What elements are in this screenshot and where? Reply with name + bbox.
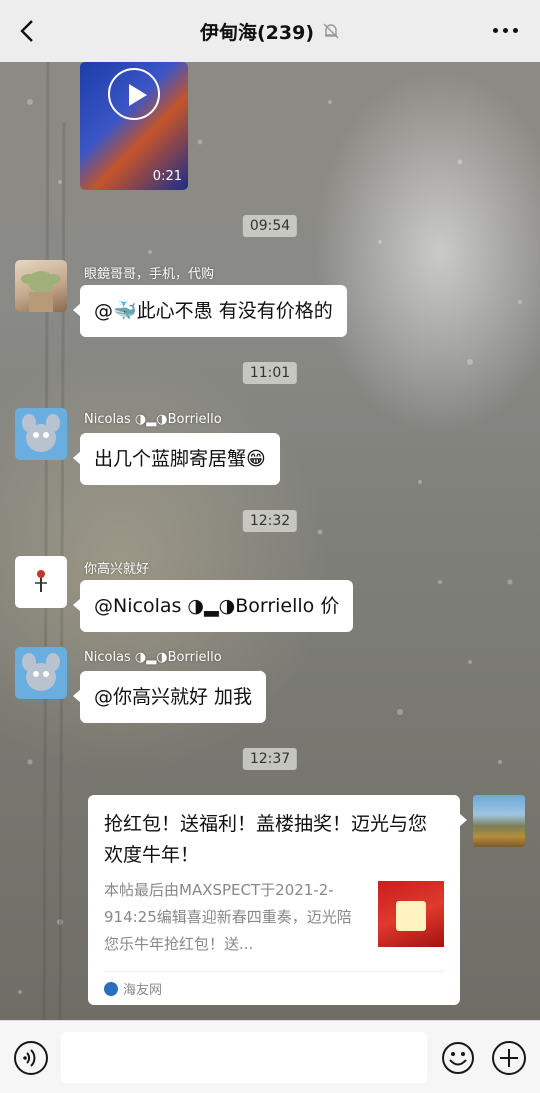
source-logo-icon — [104, 981, 118, 996]
link-card[interactable]: 抢红包！送福利！盖楼抽奖！迈光与您欢度牛年！ 本帖最后由MAXSPECT于202… — [88, 795, 467, 1005]
timestamp: 09:54 — [242, 215, 298, 237]
avatar-figure — [22, 414, 60, 452]
chat-area[interactable]: 0:21 09:54 眼鏡哥哥，手机，代购 @🐳此心不愚 有没有价格的 11:0… — [0, 62, 540, 1020]
sender-name: Nicolas ◑▂◑Borriello — [84, 412, 222, 427]
play-icon[interactable] — [108, 68, 160, 120]
sender-name: 你高兴就好 — [84, 562, 150, 577]
video-duration: 0:21 — [152, 169, 182, 184]
chevron-left-icon[interactable] — [14, 17, 42, 45]
message-input[interactable] — [61, 1032, 427, 1083]
link-card-description: 本帖最后由MAXSPECT于2021-2-914:25编辑喜迎新春四重奏，迈光陪… — [104, 881, 352, 953]
avatar-figure — [35, 570, 47, 592]
plus-icon[interactable] — [492, 1041, 526, 1075]
chat-header: 伊甸海(239) — [0, 0, 540, 62]
message-bubble[interactable]: @Nicolas ◑▂◑Borriello 价 — [72, 580, 354, 632]
avatar[interactable] — [15, 556, 67, 608]
chat-title[interactable]: 伊甸海(239) — [200, 18, 314, 45]
voice-icon[interactable] — [14, 1041, 48, 1075]
message-bubble[interactable]: @🐳此心不愚 有没有价格的 — [73, 285, 347, 337]
video-message[interactable]: 0:21 — [80, 62, 188, 190]
timestamp: 12:37 — [242, 748, 298, 770]
my-avatar[interactable] — [473, 795, 525, 847]
link-card-title: 抢红包！送福利！盖楼抽奖！迈光与您欢度牛年！ — [104, 813, 428, 866]
source-name: 海友网 — [123, 983, 163, 998]
avatar-figure — [22, 653, 60, 691]
avatar[interactable] — [15, 647, 67, 699]
avatar-figure — [21, 271, 61, 312]
bell-off-icon — [323, 23, 339, 39]
link-card-thumbnail — [378, 881, 444, 947]
emoji-icon[interactable] — [441, 1041, 475, 1075]
avatar[interactable] — [15, 408, 67, 460]
divider — [104, 971, 444, 972]
title-wrap: 伊甸海(239) — [200, 18, 340, 45]
input-bar — [0, 1020, 540, 1093]
thumbnail-graphic — [396, 901, 426, 931]
sender-name: Nicolas ◑▂◑Borriello — [84, 650, 222, 665]
message-bubble[interactable]: 出几个蓝脚寄居蟹😁 — [73, 433, 280, 485]
timestamp: 12:32 — [242, 510, 298, 532]
link-card-source: 海友网 — [104, 979, 162, 998]
more-dots-icon[interactable] — [493, 28, 518, 33]
avatar[interactable] — [15, 260, 67, 312]
sender-name: 眼鏡哥哥，手机，代购 — [84, 267, 215, 282]
timestamp: 11:01 — [242, 362, 298, 384]
message-bubble[interactable]: @你高兴就好 加我 — [72, 671, 267, 723]
